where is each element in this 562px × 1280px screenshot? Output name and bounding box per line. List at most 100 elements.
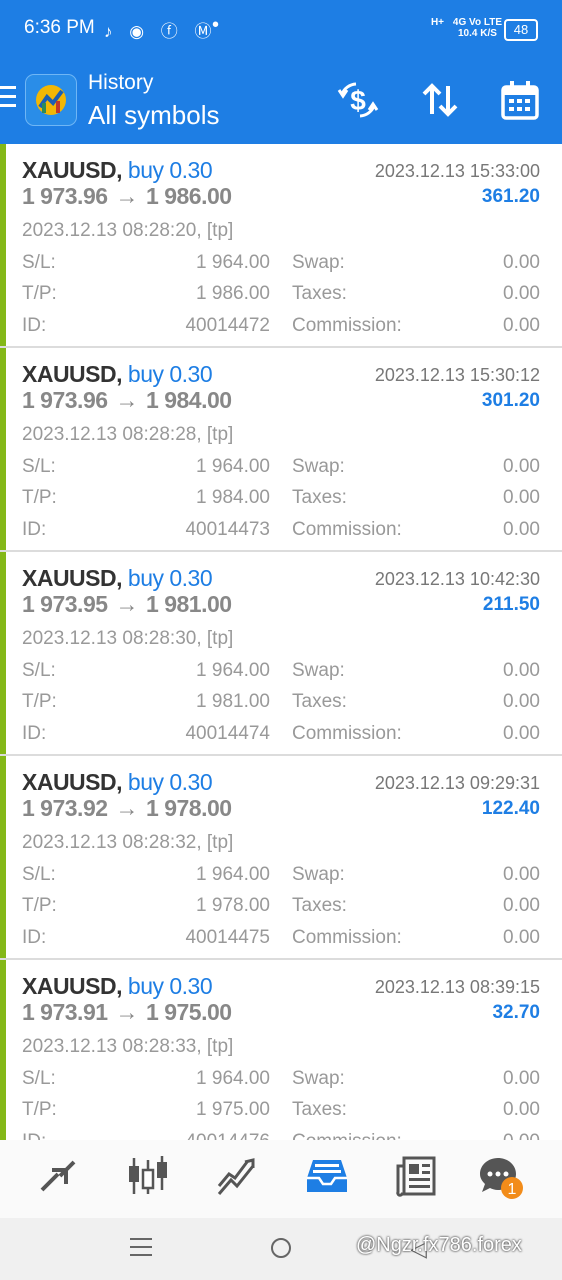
trade-item[interactable]: XAUUSD, buy 0.30 1 973.91 → 1 975.00 2023.… (0, 960, 562, 1140)
tp-label: T/P: (22, 691, 57, 712)
chat-icon[interactable]: 1 (478, 1154, 523, 1199)
calendar-icon[interactable] (498, 78, 542, 122)
trade-symbol: XAUUSD, buy 0.30 (22, 769, 213, 796)
recent-apps-button[interactable] (130, 1238, 152, 1262)
trade-item[interactable]: XAUUSD, buy 0.30 1 973.96 → 1 984.00 2023.… (0, 348, 562, 552)
swap-value: 0.00 (503, 252, 540, 273)
speed-unit: K/S (480, 28, 497, 39)
commission-label: Commission: (292, 723, 402, 744)
profit-value: 301.20 (481, 390, 540, 411)
swap-value: 0.00 (503, 1068, 540, 1089)
quotes-icon[interactable] (36, 1154, 80, 1198)
arrow-icon: → (115, 795, 139, 821)
menu-icon[interactable] (0, 86, 16, 110)
trade-prices: 1 973.96 → 1 986.00 (22, 183, 232, 210)
arrow-icon: → (115, 387, 139, 413)
battery-icon: 48 (504, 19, 538, 41)
buy-indicator-bar (0, 144, 6, 346)
app-bar: History All symbols $ (0, 58, 562, 144)
trade-symbol: XAUUSD, buy 0.30 (22, 157, 213, 184)
open-price: 1 973.91 (22, 999, 108, 1025)
page-title[interactable]: All symbols (88, 100, 219, 131)
open-price: 1 973.95 (22, 591, 108, 617)
arrow-icon: → (115, 591, 139, 617)
buy-indicator-bar (0, 348, 6, 550)
commission-label: Commission: (292, 927, 402, 948)
open-price: 1 973.96 (22, 387, 108, 413)
swap-value: 0.00 (503, 864, 540, 885)
close-price: 1 975.00 (146, 999, 232, 1025)
trade-item[interactable]: XAUUSD, buy 0.30 1 973.96 → 1 986.00 2023.… (0, 144, 562, 348)
taxes-value: 0.00 (503, 691, 540, 712)
profit-value: 361.20 (481, 186, 540, 207)
trade-symbol: XAUUSD, buy 0.30 (22, 565, 213, 592)
trade-prices: 1 973.96 → 1 984.00 (22, 387, 232, 414)
commission-value: 0.00 (503, 723, 540, 744)
chart-icon[interactable] (126, 1154, 170, 1198)
trade-history-list[interactable]: XAUUSD, buy 0.30 1 973.96 → 1 986.00 2023.… (0, 144, 562, 1140)
id-value: 40014476 (185, 1131, 270, 1140)
news-icon[interactable] (394, 1154, 438, 1198)
trade-side: buy 0.30 (127, 769, 213, 795)
open-time: 2023.12.13 08:28:28, [tp] (22, 424, 234, 445)
swap-value: 0.00 (503, 660, 540, 681)
taxes-label: Taxes: (292, 895, 347, 916)
taxes-value: 0.00 (503, 1099, 540, 1120)
page-subtitle: History (88, 71, 154, 94)
history-icon[interactable] (305, 1154, 349, 1198)
buy-indicator-bar (0, 960, 6, 1140)
swap-label: Swap: (292, 252, 345, 273)
arrow-icon: → (115, 183, 139, 209)
tp-value: 1 986.00 (196, 283, 270, 304)
tp-value: 1 978.00 (196, 895, 270, 916)
commission-value: 0.00 (503, 519, 540, 540)
commission-label: Commission: (292, 315, 402, 336)
profit-value: 211.50 (482, 594, 540, 615)
swap-label: Swap: (292, 660, 345, 681)
status-time: 6:36 PM (24, 17, 95, 38)
close-price: 1 981.00 (146, 591, 232, 617)
sort-icon[interactable] (418, 78, 462, 122)
close-price: 1 986.00 (146, 183, 232, 209)
buy-indicator-bar (0, 552, 6, 754)
sl-label: S/L: (22, 1068, 56, 1089)
trade-item[interactable]: XAUUSD, buy 0.30 1 973.92 → 1 978.00 2023.… (0, 756, 562, 960)
sl-value: 1 964.00 (196, 252, 270, 273)
sl-label: S/L: (22, 456, 56, 477)
id-value: 40014472 (185, 315, 270, 336)
dollar-exchange-icon[interactable]: $ (336, 78, 380, 122)
sl-value: 1 964.00 (196, 864, 270, 885)
trade-item[interactable]: XAUUSD, buy 0.30 1 973.95 → 1 981.00 2023.… (0, 552, 562, 756)
notification-icons: ♪ ◉ ⓕ Ⓜ (104, 22, 218, 41)
watermark: @Ngzr.fx786.forex (356, 1234, 522, 1256)
id-label: ID: (22, 723, 47, 744)
commission-value: 0.00 (503, 315, 540, 336)
commission-value: 0.00 (503, 1131, 540, 1140)
home-button[interactable] (271, 1238, 291, 1258)
chat-badge-count: 1 (508, 1181, 517, 1198)
id-value: 40014475 (185, 927, 270, 948)
tp-value: 1 984.00 (196, 487, 270, 508)
buy-indicator-bar (0, 756, 6, 958)
tp-label: T/P: (22, 487, 57, 508)
net-4g-label: 4G (452, 17, 467, 28)
swap-label: Swap: (292, 456, 345, 477)
swap-value: 0.00 (503, 456, 540, 477)
taxes-label: Taxes: (292, 691, 347, 712)
open-time: 2023.12.13 08:28:33, [tp] (22, 1036, 234, 1057)
commission-value: 0.00 (503, 927, 540, 948)
trade-icon[interactable] (215, 1154, 259, 1198)
symbol-name: XAUUSD, (22, 565, 123, 591)
close-price: 1 978.00 (146, 795, 232, 821)
signal-icon: H+ (431, 18, 444, 28)
open-price: 1 973.92 (22, 795, 108, 821)
sl-label: S/L: (22, 660, 56, 681)
swap-label: Swap: (292, 864, 345, 885)
tp-label: T/P: (22, 283, 57, 304)
id-label: ID: (22, 315, 47, 336)
battery-level: 48 (513, 22, 529, 37)
trade-prices: 1 973.92 → 1 978.00 (22, 795, 232, 822)
close-price: 1 984.00 (146, 387, 232, 413)
notification-dot: • (212, 14, 220, 36)
trade-side: buy 0.30 (127, 361, 213, 387)
